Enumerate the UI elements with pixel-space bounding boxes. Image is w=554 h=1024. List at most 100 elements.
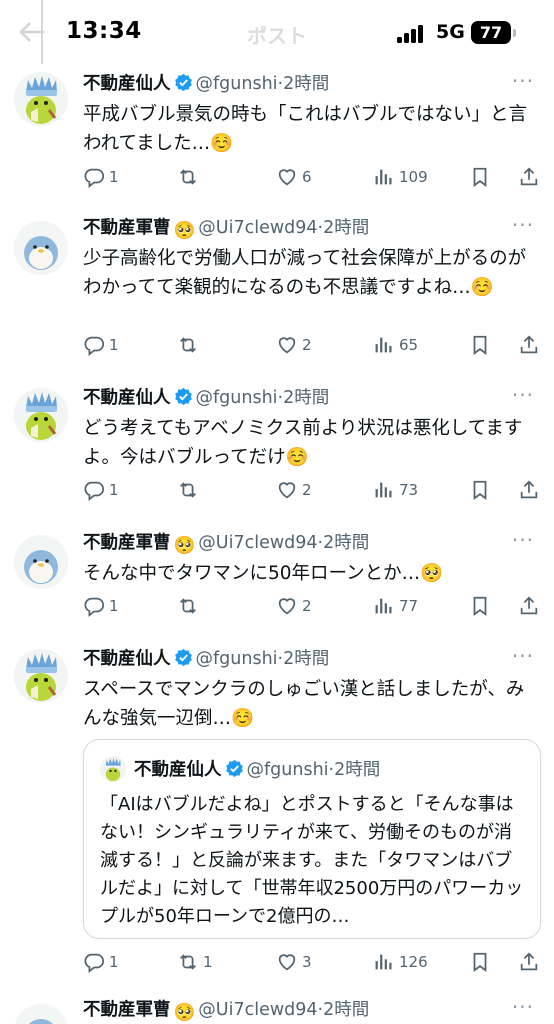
status-time: 13:34 xyxy=(66,18,142,44)
verified-badge-icon xyxy=(225,759,244,786)
like-button[interactable]: 3 xyxy=(276,949,312,975)
avatar[interactable] xyxy=(14,221,68,275)
bookmark-icon xyxy=(473,952,487,972)
reply-button[interactable]: 1 xyxy=(83,332,119,358)
bookmark-button[interactable] xyxy=(469,477,491,503)
author-name[interactable]: 不動産軍曹 xyxy=(83,218,171,238)
bookmark-button[interactable] xyxy=(469,164,491,190)
views-count: 126 xyxy=(399,953,428,971)
like-count: 3 xyxy=(302,953,312,971)
reply-icon xyxy=(84,481,105,501)
views-button[interactable]: 65 xyxy=(373,332,418,358)
retweet-button[interactable] xyxy=(177,593,203,619)
reply-button[interactable]: 1 xyxy=(83,164,119,190)
share-icon xyxy=(520,480,538,499)
share-button[interactable] xyxy=(518,593,540,619)
views-icon xyxy=(375,482,392,498)
verified-badge-icon xyxy=(174,387,193,415)
author-name[interactable]: 不動産仙人 xyxy=(83,649,171,669)
post-time[interactable]: 2時間 xyxy=(283,649,329,669)
like-button[interactable]: 2 xyxy=(276,332,312,358)
bookmark-icon xyxy=(473,596,487,616)
action-bar: 1 2 77 xyxy=(83,593,543,619)
reply-count: 1 xyxy=(109,953,119,971)
reply-button[interactable]: 1 xyxy=(83,949,119,975)
views-button[interactable]: 109 xyxy=(373,164,428,190)
share-button[interactable] xyxy=(518,332,540,358)
retweet-button[interactable] xyxy=(177,477,203,503)
quote-avatar xyxy=(100,756,126,782)
reply-button[interactable]: 1 xyxy=(83,477,119,503)
author-name[interactable]: 不動産仙人 xyxy=(83,388,171,408)
author-name[interactable]: 不動産軍曹 xyxy=(83,533,171,553)
post-time[interactable]: 2時間 xyxy=(323,218,369,238)
post-time[interactable]: 2時間 xyxy=(283,74,329,94)
thread-line xyxy=(41,0,43,64)
quote-tweet[interactable]: 不動産仙人 @fgunshi·2時間 「AIはバブルだよね」とポストすると「そんな… xyxy=(83,739,541,939)
share-button[interactable] xyxy=(518,164,540,190)
reply-count: 1 xyxy=(109,168,119,186)
post-header: 不動産仙人 @fgunshi·2時間 xyxy=(83,70,329,98)
post-time[interactable]: 2時間 xyxy=(323,1000,369,1020)
action-bar: 1 2 73 xyxy=(83,477,543,503)
bookmark-button[interactable] xyxy=(469,332,491,358)
sennin-avatar-icon xyxy=(14,649,68,703)
author-handle[interactable]: @fgunshi xyxy=(196,74,278,94)
status-bar: ポスト 13:34 5G 77 xyxy=(0,0,554,64)
heart-icon xyxy=(278,169,296,186)
more-icon[interactable]: ··· xyxy=(512,384,534,406)
views-button[interactable]: 126 xyxy=(373,949,428,975)
author-handle[interactable]: @Ui7clewd94 xyxy=(198,1000,317,1020)
retweet-icon xyxy=(180,598,196,614)
like-button[interactable]: 6 xyxy=(276,164,312,190)
avatar[interactable] xyxy=(14,72,68,126)
reply-button[interactable]: 1 xyxy=(83,593,119,619)
author-handle[interactable]: @Ui7clewd94 xyxy=(198,218,317,238)
post-time[interactable]: 2時間 xyxy=(283,388,329,408)
like-count: 2 xyxy=(302,597,312,615)
like-count: 2 xyxy=(302,336,312,354)
views-icon xyxy=(375,954,392,970)
like-button[interactable]: 2 xyxy=(276,593,312,619)
retweet-icon xyxy=(180,337,196,353)
views-count: 77 xyxy=(399,597,419,615)
author-name[interactable]: 不動産軍曹 xyxy=(83,1000,171,1020)
avatar[interactable] xyxy=(14,1004,68,1024)
bookmark-button[interactable] xyxy=(469,593,491,619)
quote-text: 「AIはバブルだよね」とポストすると「そんな事はない！シンギュラリティが来て、労… xyxy=(100,794,524,927)
bookmark-button[interactable] xyxy=(469,949,491,975)
views-button[interactable]: 73 xyxy=(373,477,418,503)
post-header: 不動産仙人 @fgunshi·2時間 xyxy=(83,645,329,673)
avatar[interactable] xyxy=(14,535,68,589)
avatar[interactable] xyxy=(14,649,68,703)
retweet-button[interactable]: 1 xyxy=(177,949,213,975)
like-button[interactable]: 2 xyxy=(276,477,312,503)
retweet-button[interactable] xyxy=(177,164,203,190)
share-button[interactable] xyxy=(518,949,540,975)
more-icon[interactable]: ··· xyxy=(512,645,534,667)
more-icon[interactable]: ··· xyxy=(512,70,534,92)
more-icon[interactable]: ··· xyxy=(512,214,534,236)
post-time[interactable]: 2時間 xyxy=(323,533,369,553)
post-text: どう考えてもアベノミクス前より状況は悪化してますよ。今はバブルってだけ☺️ xyxy=(83,418,523,468)
retweet-count: 1 xyxy=(203,953,213,971)
post-header: 不動産軍曹 🥺 @Ui7clewd94·2時間 xyxy=(83,529,369,557)
author-handle[interactable]: @fgunshi xyxy=(196,388,278,408)
retweet-button[interactable] xyxy=(177,332,203,358)
avatar[interactable] xyxy=(14,388,68,442)
more-icon[interactable]: ··· xyxy=(512,529,534,551)
author-handle[interactable]: @fgunshi xyxy=(196,649,278,669)
share-icon xyxy=(520,167,538,186)
author-handle[interactable]: @Ui7clewd94 xyxy=(198,533,317,553)
bookmark-icon xyxy=(473,480,487,500)
quote-author-name: 不動産仙人 xyxy=(134,760,222,780)
reply-count: 1 xyxy=(109,481,119,499)
views-icon xyxy=(375,598,392,614)
views-button[interactable]: 77 xyxy=(373,593,418,619)
network-type: 5G xyxy=(436,21,465,43)
share-button[interactable] xyxy=(518,477,540,503)
quote-author-handle: @fgunshi xyxy=(246,760,329,780)
post-header: 不動産軍曹 🥺 @Ui7clewd94·2時間 xyxy=(83,214,369,242)
author-name[interactable]: 不動産仙人 xyxy=(83,74,171,94)
more-icon[interactable]: ··· xyxy=(512,996,534,1018)
